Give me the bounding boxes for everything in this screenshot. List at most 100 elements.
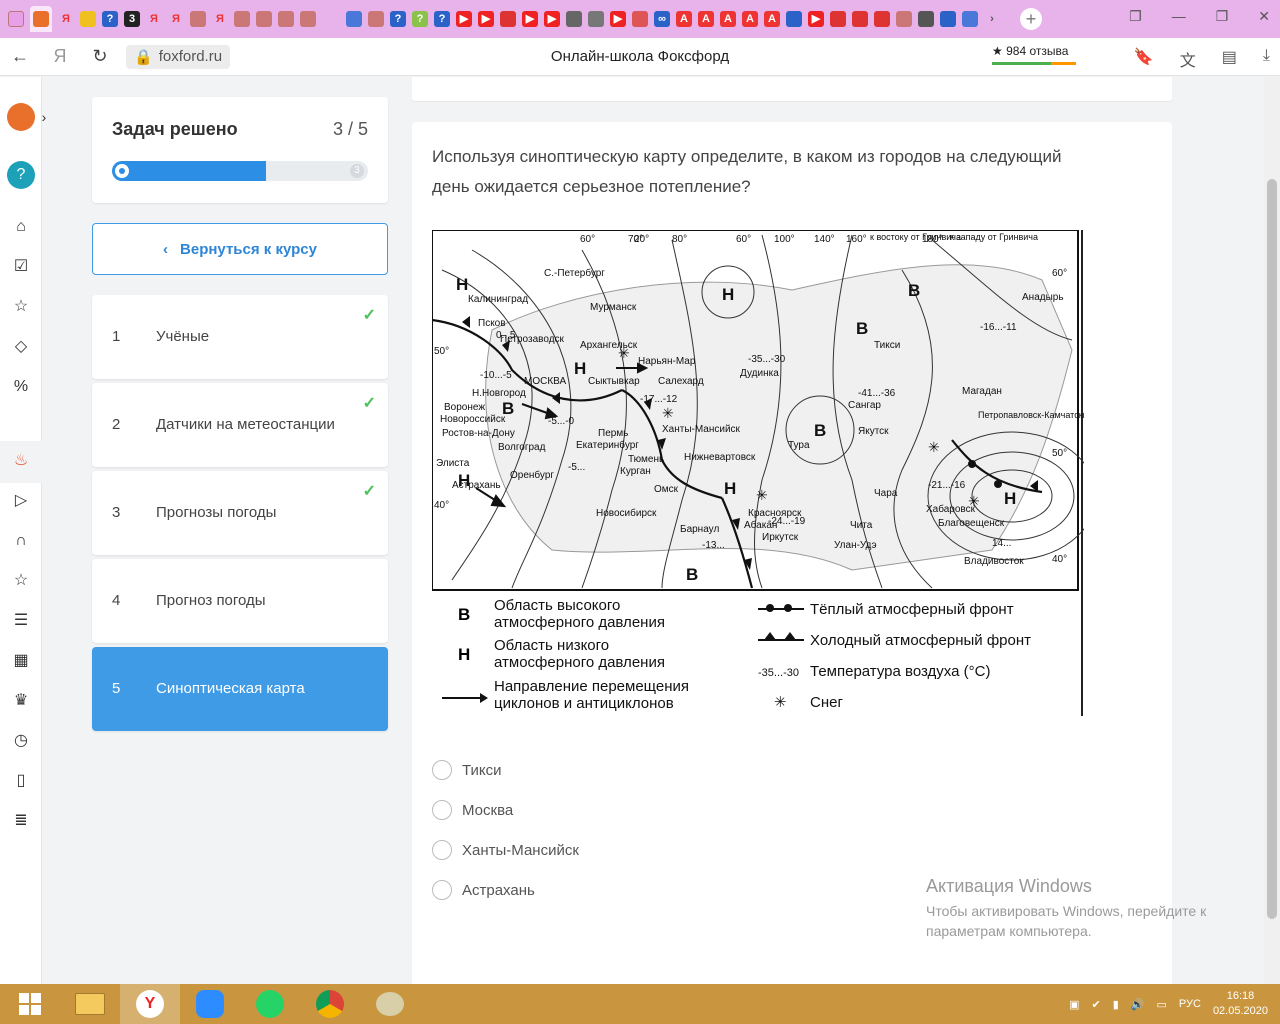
tab-icon[interactable]: [588, 11, 604, 27]
tabs-icon[interactable]: ❐: [1129, 8, 1142, 25]
yandex-tab-icon[interactable]: Я: [58, 11, 74, 27]
tab-icon[interactable]: ∞: [654, 11, 670, 27]
security-tray-icon[interactable]: ✔: [1092, 998, 1101, 1011]
close-icon[interactable]: ✕: [1258, 8, 1270, 25]
tab-icon[interactable]: ?: [102, 11, 118, 27]
play-icon[interactable]: ▷: [11, 491, 31, 511]
tab-icon[interactable]: A: [698, 11, 714, 27]
yandex-browser-icon[interactable]: Y: [120, 984, 180, 1024]
foxford-logo-icon[interactable]: [7, 103, 35, 131]
tab-icon[interactable]: 3: [124, 11, 140, 27]
youtube-tab-icon[interactable]: ▶: [544, 11, 560, 27]
tab-icon[interactable]: ?: [434, 11, 450, 27]
page-scrollbar[interactable]: [1264, 77, 1280, 984]
tasks-icon[interactable]: ☑: [11, 257, 31, 277]
radio-button[interactable]: [432, 840, 452, 860]
tab-icon[interactable]: [190, 11, 206, 27]
reload-icon[interactable]: ↻: [80, 46, 120, 67]
language-indicator[interactable]: РУС: [1179, 998, 1201, 1010]
teacher-icon[interactable]: ?: [7, 161, 35, 189]
lesson-item[interactable]: 2 Датчики на метеостанции ✓: [92, 383, 388, 467]
yandex-tab-icon[interactable]: Я: [212, 11, 228, 27]
tab-icon[interactable]: [830, 11, 846, 27]
lesson-item[interactable]: 3 Прогнозы погоды ✓: [92, 471, 388, 555]
new-tab-button[interactable]: +: [1020, 8, 1042, 30]
tab-icon[interactable]: [234, 11, 250, 27]
translate-icon[interactable]: 文: [1180, 47, 1196, 71]
percent-icon[interactable]: %: [11, 377, 31, 397]
answer-option[interactable]: Ханты-Мансийск: [432, 840, 579, 860]
lesson-item-active[interactable]: 5 Синоптическая карта: [92, 647, 388, 731]
tab-icon[interactable]: ?: [390, 11, 406, 27]
headphones-tab-icon[interactable]: [566, 11, 582, 27]
tab-icon[interactable]: [368, 11, 384, 27]
tab-icon[interactable]: [918, 11, 934, 27]
star-icon[interactable]: ☆: [11, 571, 31, 591]
lesson-item[interactable]: 1 Учёные ✓: [92, 295, 388, 379]
zoom-icon[interactable]: [180, 984, 240, 1024]
doc-tab-icon[interactable]: [346, 11, 362, 27]
clock[interactable]: 16:18 02.05.2020: [1213, 989, 1268, 1019]
yandex-tab-icon[interactable]: Я: [168, 11, 184, 27]
yandex-tab-icon[interactable]: Я: [146, 11, 162, 27]
battery-icon[interactable]: ▭: [1157, 998, 1167, 1011]
youtube-tab-icon[interactable]: ▶: [610, 11, 626, 27]
whatsapp-icon[interactable]: [240, 984, 300, 1024]
list-icon[interactable]: ☰: [11, 611, 31, 631]
scrollbar-thumb[interactable]: [1267, 179, 1277, 919]
tab-icon[interactable]: [874, 11, 890, 27]
youtube-tab-icon[interactable]: ▶: [522, 11, 538, 27]
file-explorer-icon[interactable]: [60, 984, 120, 1024]
tab-icon[interactable]: [896, 11, 912, 27]
notes-icon[interactable]: ≣: [11, 811, 31, 831]
tab-icon[interactable]: [256, 11, 272, 27]
youtube-tab-icon[interactable]: ▶: [456, 11, 472, 27]
tab-icon[interactable]: A: [742, 11, 758, 27]
answer-option[interactable]: Астрахань: [432, 880, 535, 900]
back-arrow-icon[interactable]: ←: [0, 46, 40, 67]
tab-icon[interactable]: [962, 11, 978, 27]
radio-button[interactable]: [432, 800, 452, 820]
tab-icon[interactable]: [632, 11, 648, 27]
answer-option[interactable]: Тикси: [432, 760, 502, 780]
chevron-right-icon[interactable]: ›: [34, 107, 54, 127]
volume-icon[interactable]: 🔊: [1131, 998, 1145, 1011]
tab-icon[interactable]: [300, 11, 316, 27]
zoom-tray-icon[interactable]: ▣: [1069, 998, 1079, 1011]
tab-icon[interactable]: A: [676, 11, 692, 27]
reader-icon[interactable]: ▤: [1222, 47, 1237, 71]
tab-icon[interactable]: [8, 11, 24, 27]
mail-tab-icon[interactable]: [786, 11, 802, 27]
youtube-tab-icon[interactable]: ▶: [808, 11, 824, 27]
star-icon[interactable]: ☆: [11, 297, 31, 317]
chrome-icon[interactable]: [300, 984, 360, 1024]
bookmark-icon[interactable]: 🔖: [1134, 47, 1154, 71]
url-field[interactable]: 🔒 foxford.ru: [126, 44, 231, 69]
start-button[interactable]: [0, 984, 60, 1024]
tab-icon[interactable]: [852, 11, 868, 27]
paint-icon[interactable]: [360, 984, 420, 1024]
headphones-icon[interactable]: ∩: [11, 531, 31, 551]
fire-icon[interactable]: ♨: [11, 451, 31, 471]
book-icon[interactable]: ▯: [11, 771, 31, 791]
tab-icon[interactable]: ?: [412, 11, 428, 27]
store-icon[interactable]: ▦: [11, 651, 31, 671]
radio-button[interactable]: [432, 760, 452, 780]
tab-icon[interactable]: A: [764, 11, 780, 27]
chevron-right-icon[interactable]: ›: [984, 11, 1000, 27]
tab-icon[interactable]: A: [720, 11, 736, 27]
lesson-item[interactable]: 4 Прогноз погоды: [92, 559, 388, 643]
minimize-icon[interactable]: —: [1172, 8, 1186, 25]
tab-icon[interactable]: [940, 11, 956, 27]
download-icon[interactable]: ⤓: [1263, 47, 1270, 71]
tag-icon[interactable]: ◇: [11, 337, 31, 357]
yandex-icon[interactable]: Я: [40, 46, 80, 67]
radio-button[interactable]: [432, 880, 452, 900]
home-icon[interactable]: ⌂: [11, 217, 31, 237]
back-to-course-button[interactable]: ‹ Вернуться к курсу: [92, 223, 388, 275]
trophy-icon[interactable]: ♛: [11, 691, 31, 711]
youtube-tab-icon[interactable]: ▶: [478, 11, 494, 27]
restore-icon[interactable]: ❐: [1216, 8, 1229, 25]
tab-icon[interactable]: [80, 11, 96, 27]
reviews-badge[interactable]: ★ 984 отзыва: [992, 44, 1068, 58]
